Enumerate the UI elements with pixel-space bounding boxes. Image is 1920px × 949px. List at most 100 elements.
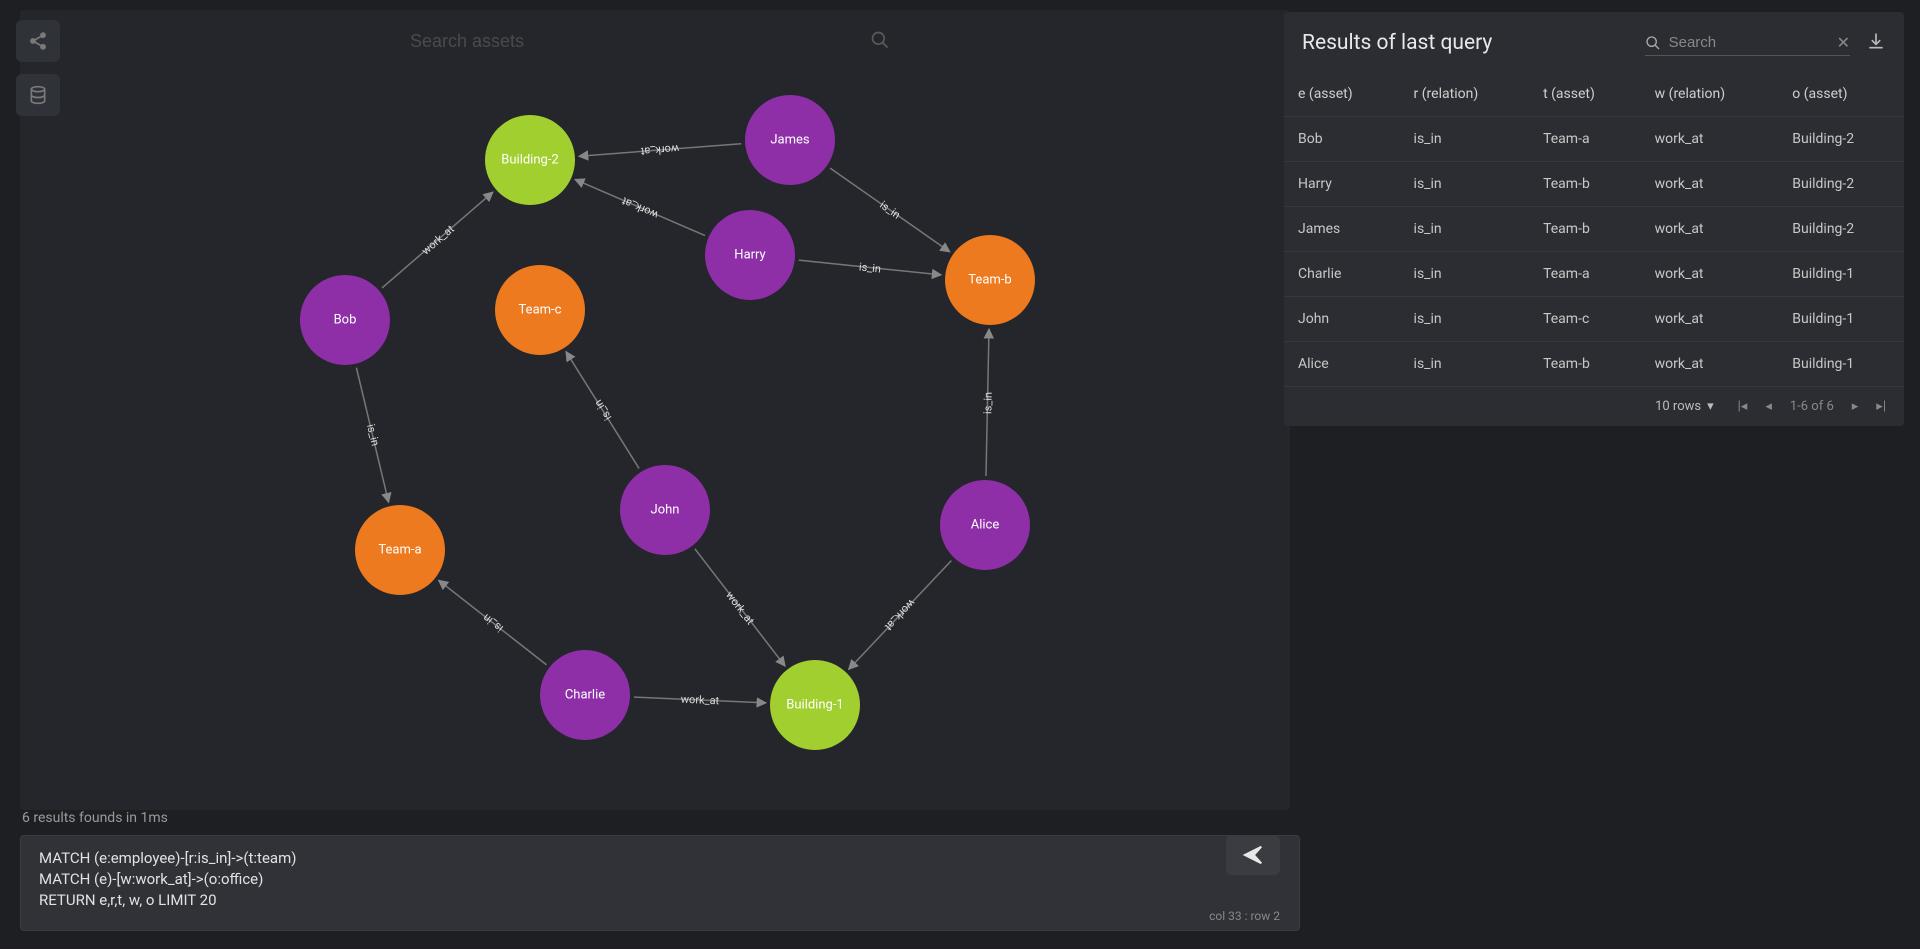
next-page-button[interactable]: ▸ (1852, 399, 1859, 414)
query-line: MATCH (e)-[w:work_at]->(o:office) (39, 869, 1229, 890)
query-line: MATCH (e:employee)-[r:is_in]->(t:team) (39, 848, 1229, 869)
clear-icon[interactable]: ✕ (1837, 33, 1850, 52)
table-cell: work_at (1641, 297, 1779, 342)
rows-per-page[interactable]: 10 rows ▾ (1655, 399, 1714, 414)
graph-node[interactable] (300, 275, 390, 365)
table-cell: work_at (1641, 162, 1779, 207)
prev-page-button[interactable]: ◂ (1765, 399, 1772, 414)
search-icon (870, 30, 890, 54)
table-cell: is_in (1400, 162, 1530, 207)
graph-edge[interactable] (849, 561, 952, 670)
graph-node[interactable] (940, 480, 1030, 570)
results-table: e (asset)r (relation)t (asset)w (relatio… (1284, 72, 1904, 387)
last-page-button[interactable]: ▸| (1876, 399, 1886, 414)
chevron-down-icon: ▾ (1707, 399, 1714, 414)
query-line: RETURN e,r,t, w, o LIMIT 20 (39, 890, 1229, 911)
graph-edge[interactable] (830, 168, 950, 252)
graph-edge[interactable] (382, 192, 493, 288)
table-cell: Building-2 (1778, 162, 1904, 207)
download-button[interactable] (1866, 31, 1886, 55)
graph-canvas[interactable]: is_inwork_atis_inwork_atis_inwork_atis_i… (20, 10, 1290, 810)
results-search-input[interactable] (1669, 30, 1829, 55)
table-header-cell[interactable]: e (asset) (1284, 72, 1400, 117)
table-cell: work_at (1641, 117, 1779, 162)
graph-node[interactable] (770, 660, 860, 750)
first-page-button[interactable]: |◂ (1738, 399, 1748, 414)
graph-edge[interactable] (695, 549, 785, 666)
table-cell: Charlie (1284, 252, 1400, 297)
table-header-row: e (asset)r (relation)t (asset)w (relatio… (1284, 72, 1904, 117)
graph-edge[interactable] (579, 144, 741, 156)
rows-per-page-label: 10 rows (1655, 399, 1701, 414)
table-cell: is_in (1400, 342, 1530, 387)
graph-node[interactable] (945, 235, 1035, 325)
graph-edge[interactable] (575, 179, 705, 235)
share-nodes-icon (28, 31, 48, 51)
database-icon (28, 85, 48, 105)
graph-node[interactable] (355, 505, 445, 595)
table-cell: Team-a (1529, 117, 1641, 162)
table-cell: Building-2 (1778, 207, 1904, 252)
cursor-position: col 33 : row 2 (1209, 909, 1280, 923)
table-header-cell[interactable]: w (relation) (1641, 72, 1779, 117)
table-cell: Team-b (1529, 342, 1641, 387)
asset-search (410, 25, 890, 58)
table-row[interactable]: Harryis_inTeam-bwork_atBuilding-2 (1284, 162, 1904, 207)
table-cell: is_in (1400, 207, 1530, 252)
table-cell: Bob (1284, 117, 1400, 162)
graph-node[interactable] (620, 465, 710, 555)
send-icon (1242, 844, 1264, 866)
table-cell: Team-a (1529, 252, 1641, 297)
graph-node[interactable] (705, 210, 795, 300)
asset-search-input[interactable] (410, 25, 870, 58)
table-cell: Building-1 (1778, 297, 1904, 342)
table-row[interactable]: Bobis_inTeam-awork_atBuilding-2 (1284, 117, 1904, 162)
graph-edge[interactable] (799, 260, 942, 275)
table-header-cell[interactable]: t (asset) (1529, 72, 1641, 117)
table-cell: work_at (1641, 342, 1779, 387)
table-cell: Team-b (1529, 162, 1641, 207)
page-status: 1-6 of 6 (1790, 399, 1834, 414)
graph-view-button[interactable] (16, 20, 60, 62)
graph-node[interactable] (485, 115, 575, 205)
graph-edge[interactable] (566, 352, 639, 469)
graph-edge[interactable] (634, 697, 766, 703)
status-line: 6 results founds in 1ms (22, 810, 168, 826)
results-footer: 10 rows ▾ |◂ ◂ 1-6 of 6 ▸ ▸| (1284, 387, 1904, 426)
table-cell: is_in (1400, 117, 1530, 162)
table-cell: Harry (1284, 162, 1400, 207)
table-row[interactable]: Jamesis_inTeam-bwork_atBuilding-2 (1284, 207, 1904, 252)
table-cell: work_at (1641, 252, 1779, 297)
table-cell: James (1284, 207, 1400, 252)
graph-edge[interactable] (986, 329, 989, 476)
graph-node[interactable] (495, 265, 585, 355)
results-title: Results of last query (1302, 31, 1492, 55)
table-cell: Building-2 (1778, 117, 1904, 162)
table-cell: Building-1 (1778, 252, 1904, 297)
table-cell: Building-1 (1778, 342, 1904, 387)
graph-node[interactable] (745, 95, 835, 185)
table-cell: Team-b (1529, 207, 1641, 252)
search-icon (1645, 35, 1661, 51)
table-row[interactable]: Aliceis_inTeam-bwork_atBuilding-1 (1284, 342, 1904, 387)
results-panel: Results of last query ✕ e (asset)r (rela… (1284, 12, 1904, 426)
table-row[interactable]: Johnis_inTeam-cwork_atBuilding-1 (1284, 297, 1904, 342)
database-button[interactable] (16, 74, 60, 116)
table-cell: Team-c (1529, 297, 1641, 342)
graph-edge[interactable] (356, 368, 388, 503)
table-cell: is_in (1400, 297, 1530, 342)
graph-svg (20, 10, 1290, 810)
table-row[interactable]: Charlieis_inTeam-awork_atBuilding-1 (1284, 252, 1904, 297)
graph-edge[interactable] (439, 580, 547, 665)
query-editor[interactable]: MATCH (e:employee)-[r:is_in]->(t:team) M… (20, 835, 1300, 931)
results-search: ✕ (1645, 30, 1850, 56)
table-cell: work_at (1641, 207, 1779, 252)
table-header-cell[interactable]: o (asset) (1778, 72, 1904, 117)
table-cell: John (1284, 297, 1400, 342)
run-query-button[interactable] (1226, 835, 1280, 875)
sidebar (16, 20, 60, 116)
table-header-cell[interactable]: r (relation) (1400, 72, 1530, 117)
graph-node[interactable] (540, 650, 630, 740)
table-cell: Alice (1284, 342, 1400, 387)
table-cell: is_in (1400, 252, 1530, 297)
